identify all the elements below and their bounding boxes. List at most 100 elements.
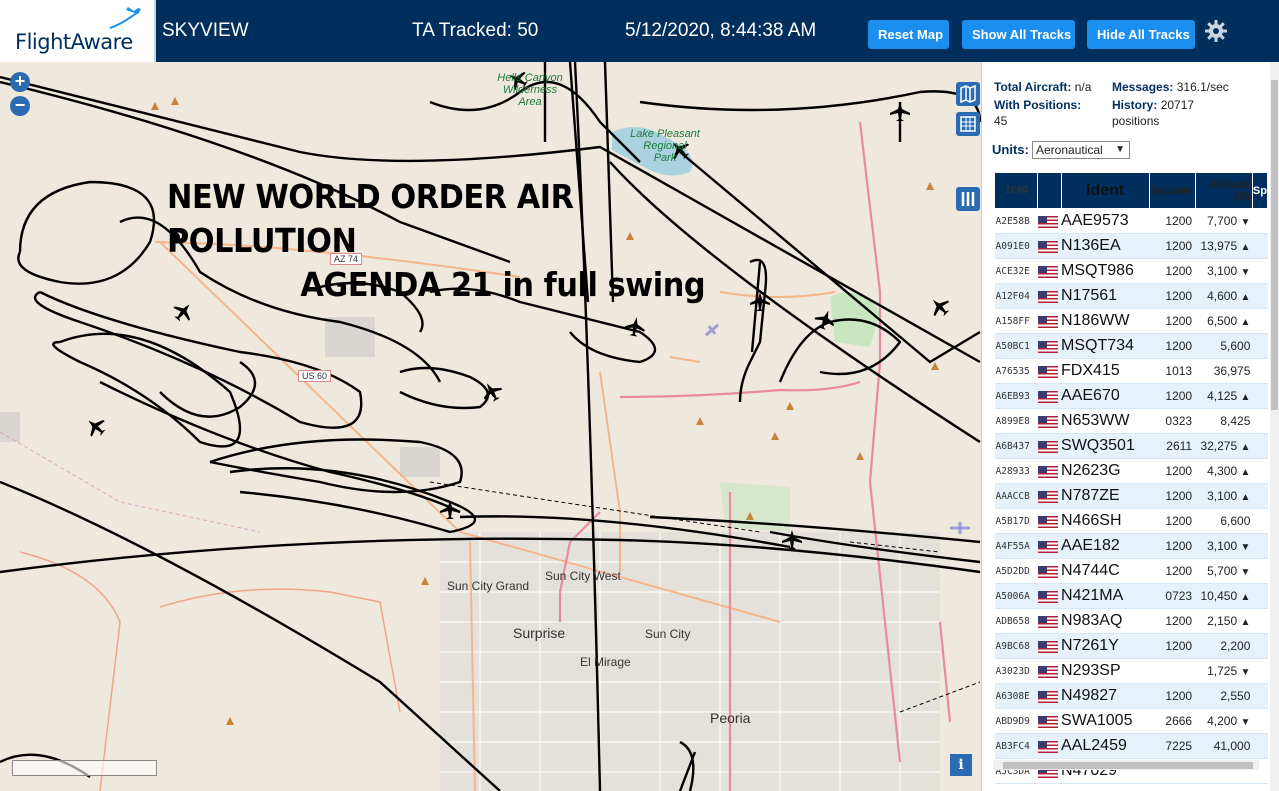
table-row[interactable]: A091E0 N136EA 1200 13,975 ▲ — [994, 233, 1268, 259]
altitude-cell: 36,975 — [1195, 358, 1253, 384]
us-flag-icon — [1037, 290, 1058, 303]
table-hscrollbar-thumb[interactable] — [1003, 762, 1253, 769]
country-flag-cell — [1037, 308, 1062, 334]
icao-cell: A4F55A — [994, 533, 1038, 559]
reset-map-button[interactable]: Reset Map — [868, 20, 949, 49]
icao-cell: ABD9D9 — [994, 708, 1038, 734]
us-flag-icon — [1037, 590, 1058, 603]
col-ident[interactable]: Ident — [1060, 172, 1150, 209]
icao-cell: AB3FC4 — [994, 733, 1038, 759]
speed-cell — [1252, 733, 1268, 759]
altitude-trend-icon: ▲ — [1240, 592, 1251, 603]
altitude-cell: 10,450 ▲ — [1195, 583, 1253, 609]
altitude-cell: 6,600 — [1195, 508, 1253, 534]
table-row[interactable]: A12F04 N17561 1200 4,600 ▲ — [994, 283, 1268, 309]
icao-cell: A158FF — [994, 308, 1038, 334]
country-flag-cell — [1037, 258, 1062, 284]
map-view[interactable]: + − NEW WORLD ORDER AIR POLLUTION AGENDA… — [0, 62, 981, 791]
panel-scrollbar-thumb[interactable] — [1271, 80, 1278, 410]
map-layers-button[interactable] — [956, 82, 980, 106]
altitude-cell: 1,725 ▼ — [1195, 658, 1253, 684]
table-row[interactable]: A3023D N293SP 1,725 ▼ — [994, 658, 1268, 684]
speed-cell — [1252, 483, 1268, 509]
el-mirage-label: El Mirage — [580, 655, 631, 669]
table-row[interactable]: A4F55A AAE182 1200 3,100 ▼ — [994, 533, 1268, 559]
col-altitude[interactable]: Altitude (ft) — [1194, 172, 1253, 209]
ident-cell: N787ZE — [1061, 483, 1150, 509]
us-flag-icon — [1037, 340, 1058, 353]
table-row[interactable]: AAACCB N787ZE 1200 3,100 ▲ — [994, 483, 1268, 509]
table-row[interactable]: ABD9D9 SWA1005 2666 4,200 ▼ — [994, 708, 1268, 734]
table-row[interactable]: A6308E N49827 1200 2,550 — [994, 683, 1268, 709]
ident-cell: FDX415 — [1061, 358, 1150, 384]
table-row[interactable]: A6EB93 AAE670 1200 4,125 ▲ — [994, 383, 1268, 409]
table-row[interactable]: A76535 FDX415 1013 36,975 — [994, 358, 1268, 384]
speed-cell — [1252, 658, 1268, 684]
ident-cell: N7261Y — [1061, 633, 1150, 659]
zoom-out-button[interactable]: − — [10, 96, 30, 116]
table-row[interactable]: A50BC1 MSQT734 1200 5,600 — [994, 333, 1268, 359]
gear-icon[interactable] — [1204, 19, 1228, 43]
icao-cell: A9BC68 — [994, 633, 1038, 659]
flightaware-logo[interactable]: FlightAware — [0, 0, 156, 62]
col-flag[interactable] — [1037, 172, 1062, 209]
altitude-value: 41,000 — [1213, 739, 1251, 753]
table-row[interactable]: ADB658 N983AQ 1200 2,150 ▲ — [994, 608, 1268, 634]
squawk-cell: 1200 — [1149, 233, 1196, 259]
table-row[interactable]: A9BC68 N7261Y 1200 2,200 — [994, 633, 1268, 659]
us-flag-icon — [1037, 565, 1058, 578]
country-flag-cell — [1037, 233, 1062, 259]
altitude-trend-icon: ▲ — [1240, 392, 1251, 403]
squawk-cell: 2611 — [1149, 433, 1196, 459]
grid-toggle-button[interactable] — [956, 112, 980, 136]
info-button[interactable]: i — [950, 754, 972, 776]
speed-cell — [1252, 433, 1268, 459]
speed-cell — [1252, 283, 1268, 309]
table-row[interactable]: A158FF N186WW 1200 6,500 ▲ — [994, 308, 1268, 334]
table-row[interactable]: A899E8 N653WW 0323 8,425 — [994, 408, 1268, 434]
aircraft-table-container[interactable]: ICAO Ident Squawk Altitude (ft) Sp A2E58… — [994, 172, 1268, 791]
altitude-trend-icon: ▲ — [1240, 317, 1251, 328]
altitude-cell: 4,200 ▼ — [1195, 708, 1253, 734]
col-speed[interactable]: Sp — [1251, 172, 1268, 209]
units-select[interactable]: Aeronautical ▼ — [1032, 141, 1130, 159]
us-flag-icon — [1037, 640, 1058, 653]
show-all-tracks-button[interactable]: Show All Tracks — [962, 20, 1075, 49]
plane-logo-icon — [109, 7, 141, 29]
squawk-cell: 1200 — [1149, 683, 1196, 709]
zoom-in-button[interactable]: + — [10, 72, 30, 92]
altitude-trend-icon: ▼ — [1240, 717, 1251, 728]
col-squawk[interactable]: Squawk — [1148, 172, 1196, 209]
speed-cell — [1252, 258, 1268, 284]
country-flag-cell — [1037, 708, 1062, 734]
hide-all-tracks-button[interactable]: Hide All Tracks — [1087, 20, 1195, 49]
table-row[interactable]: A5006A N421MA 0723 10,450 ▲ — [994, 583, 1268, 609]
icao-cell: A50BC1 — [994, 333, 1038, 359]
col-icao[interactable]: ICAO — [994, 172, 1038, 209]
squawk-cell — [1149, 658, 1196, 684]
table-row[interactable]: ACE32E MSQT986 1200 3,100 ▼ — [994, 258, 1268, 284]
icao-cell: AAACCB — [994, 483, 1038, 509]
table-row[interactable]: A2E58B AAE9573 1200 7,700 ▼ — [994, 208, 1268, 234]
speed-cell — [1252, 583, 1268, 609]
altitude-value: 3,100 — [1207, 539, 1238, 553]
table-toggle-button[interactable] — [956, 187, 980, 211]
logo-text: FlightAware — [15, 30, 133, 54]
altitude-value: 2,550 — [1220, 689, 1251, 703]
table-row[interactable]: A28933 N2623G 1200 4,300 ▲ — [994, 458, 1268, 484]
icao-cell: A6B437 — [994, 433, 1038, 459]
table-row[interactable]: AB3FC4 AAL2459 7225 41,000 — [994, 733, 1268, 759]
ident-cell: N49827 — [1061, 683, 1150, 709]
map-icon — [960, 84, 976, 104]
ident-cell: N983AQ — [1061, 608, 1150, 634]
altitude-cell: 4,600 ▲ — [1195, 283, 1253, 309]
speed-cell — [1252, 383, 1268, 409]
table-row[interactable]: A5B17D N466SH 1200 6,600 — [994, 508, 1268, 534]
table-row[interactable]: A6B437 SWQ3501 2611 32,275 ▲ — [994, 433, 1268, 459]
altitude-cell: 4,300 ▲ — [1195, 458, 1253, 484]
altitude-cell: 4,125 ▲ — [1195, 383, 1253, 409]
ident-cell: MSQT986 — [1061, 258, 1150, 284]
aircraft-table: ICAO Ident Squawk Altitude (ft) Sp A2E58… — [994, 172, 1268, 784]
table-row[interactable]: A5D2DD N4744C 1200 5,700 ▼ — [994, 558, 1268, 584]
us-flag-icon — [1037, 365, 1058, 378]
